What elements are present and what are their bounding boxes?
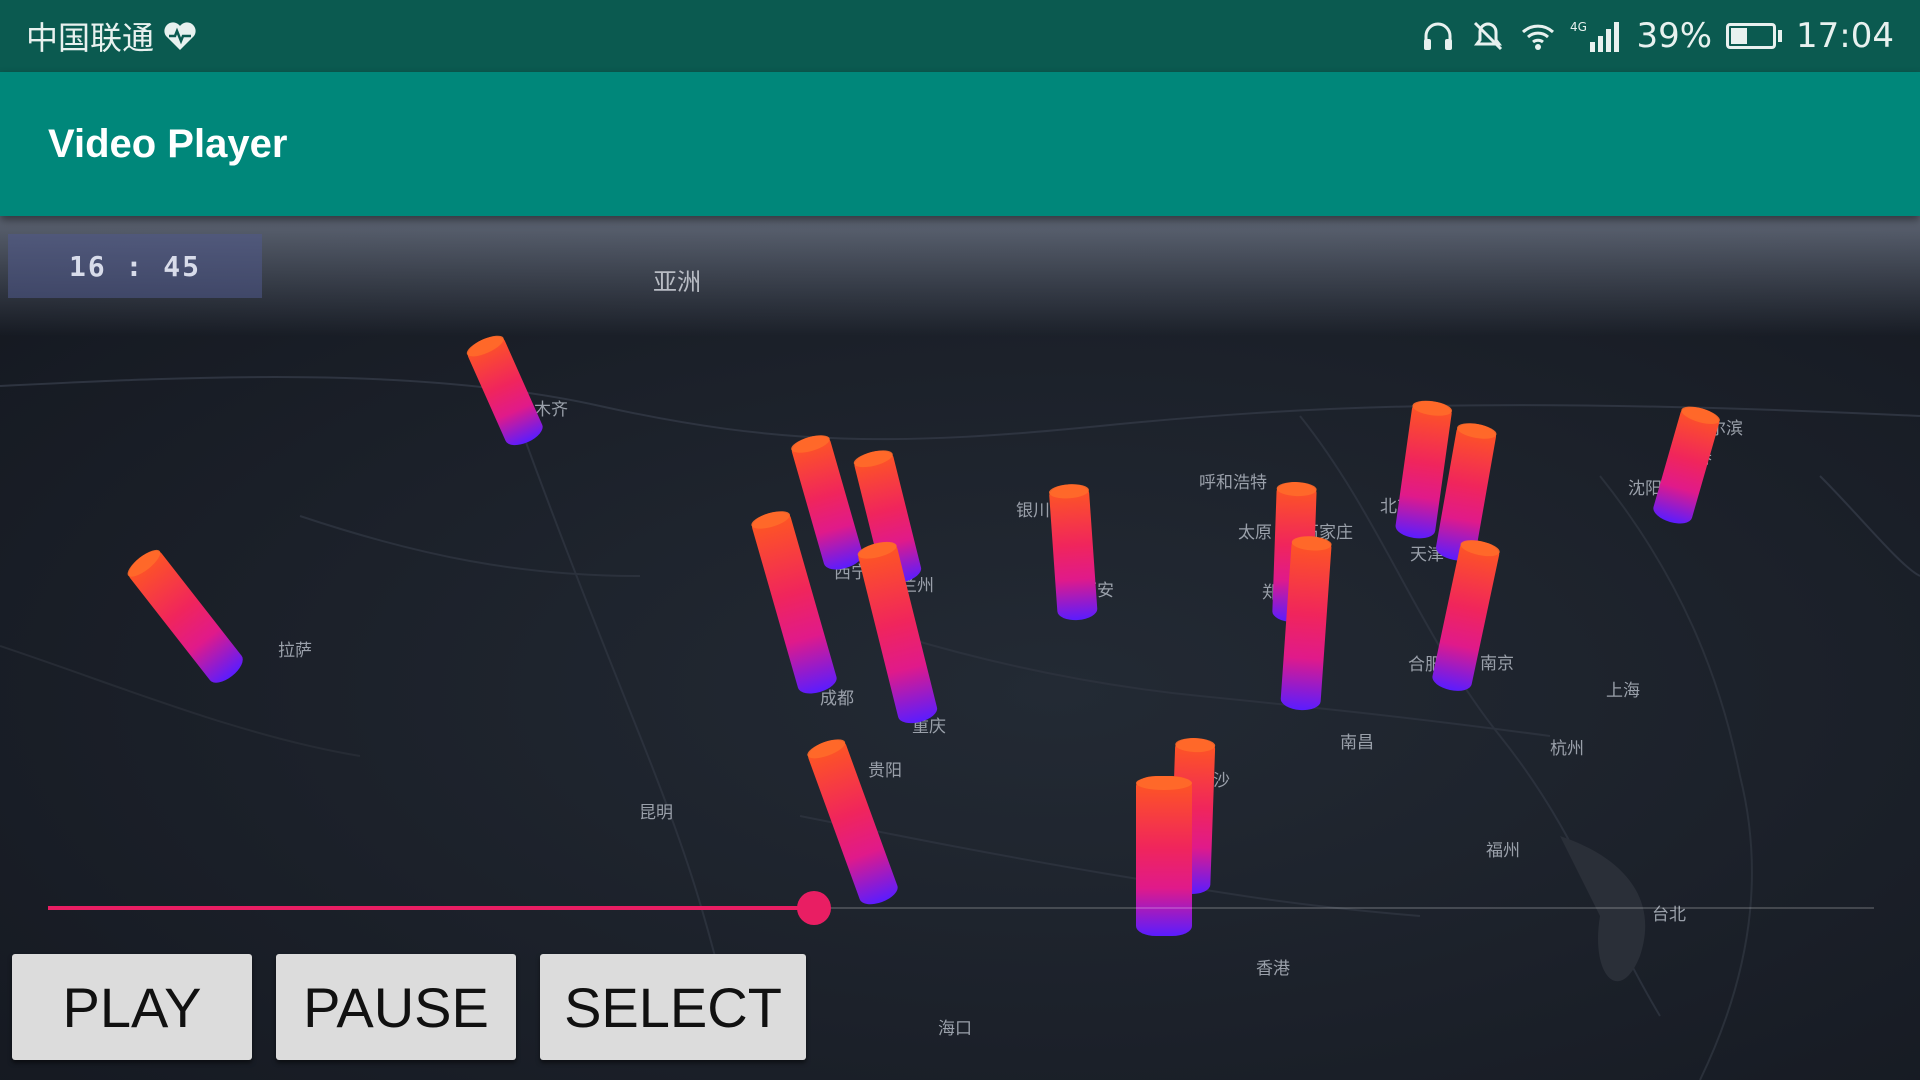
city-label: 南昌 bbox=[1340, 733, 1374, 753]
wifi-icon bbox=[1520, 18, 1556, 54]
play-button[interactable]: PLAY bbox=[12, 954, 252, 1060]
video-top-fade bbox=[0, 216, 1920, 336]
status-bar: 中国联通 4G 39% 17:04 bbox=[0, 0, 1920, 72]
app-title: Video Player bbox=[48, 121, 288, 166]
city-label: 太原 bbox=[1238, 523, 1272, 543]
status-time: 17:04 bbox=[1796, 16, 1894, 56]
headphones-icon bbox=[1420, 18, 1456, 54]
city-label: 香港 bbox=[1256, 959, 1290, 979]
city-label: 上海 bbox=[1606, 681, 1640, 701]
region-label: 亚洲 bbox=[653, 268, 701, 296]
city-label: 南京 bbox=[1480, 654, 1514, 674]
video-view[interactable]: 16 : 45 亚洲 乌鲁木齐 西宁 兰州 银川 呼和浩特 太原 石家庄 天津 … bbox=[0, 216, 1920, 1080]
seek-bar-thumb[interactable] bbox=[797, 891, 831, 925]
city-label: 拉萨 bbox=[278, 641, 312, 661]
city-label: 台北 bbox=[1652, 905, 1686, 925]
network-type-label: 4G bbox=[1570, 20, 1587, 34]
seek-bar-progress[interactable] bbox=[48, 906, 814, 910]
city-label: 呼和浩特 bbox=[1199, 473, 1267, 493]
heart-pulse-icon bbox=[162, 18, 198, 54]
city-label: 杭州 bbox=[1550, 739, 1584, 759]
app-bar: Video Player bbox=[0, 72, 1920, 216]
city-label: 贵阳 bbox=[868, 761, 902, 781]
status-right: 4G 39% 17:04 bbox=[1420, 16, 1894, 56]
city-label: 银川 bbox=[1016, 501, 1050, 521]
pause-button[interactable]: PAUSE bbox=[276, 954, 516, 1060]
mute-icon bbox=[1470, 18, 1506, 54]
seek-bar-remaining[interactable] bbox=[814, 907, 1874, 909]
city-label: 昆明 bbox=[639, 803, 673, 823]
select-button[interactable]: SELECT bbox=[540, 954, 806, 1060]
battery-icon bbox=[1726, 23, 1783, 49]
status-left: 中国联通 bbox=[26, 13, 198, 59]
signal-icon: 4G bbox=[1570, 18, 1622, 54]
city-label: 福州 bbox=[1486, 841, 1520, 861]
battery-percent: 39% bbox=[1636, 16, 1713, 56]
data-bar bbox=[1136, 776, 1192, 936]
carrier-label: 中国联通 bbox=[26, 19, 155, 57]
video-timestamp: 16 : 45 bbox=[8, 234, 262, 298]
city-label: 海口 bbox=[938, 1019, 972, 1039]
